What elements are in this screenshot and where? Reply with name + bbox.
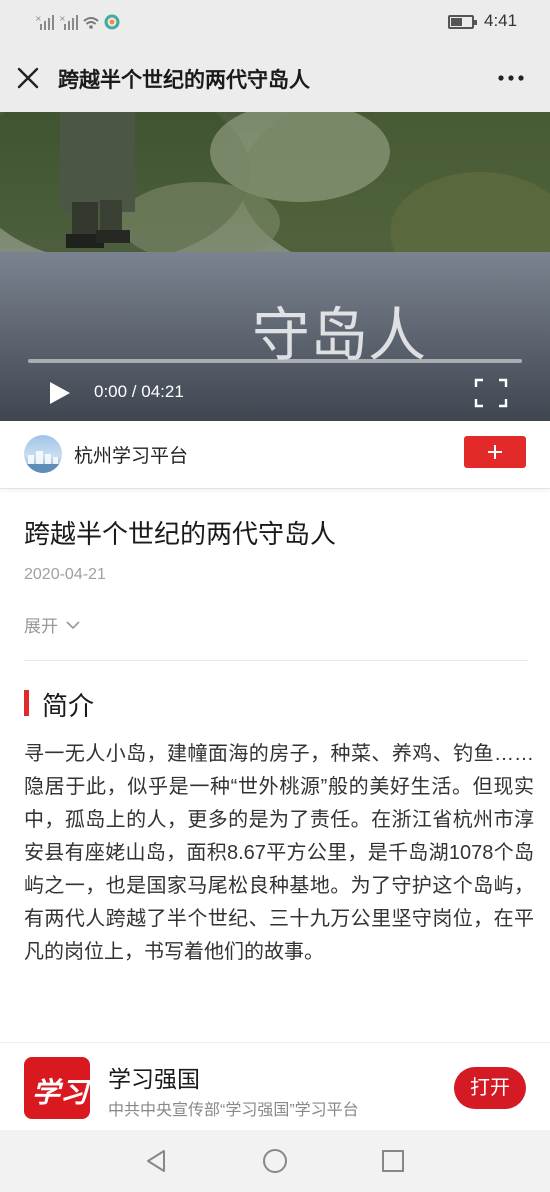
app-name: 学习强国 <box>108 1066 200 1092</box>
expand-label: 展开 <box>24 617 58 636</box>
video-progress-bar[interactable] <box>28 359 522 363</box>
avatar-image <box>24 451 62 473</box>
article-date: 2020-04-21 <box>24 566 106 583</box>
close-icon[interactable] <box>14 64 42 92</box>
fullscreen-icon[interactable] <box>474 378 508 408</box>
status-clock: 4:41 <box>484 11 518 30</box>
follow-button[interactable] <box>464 436 526 468</box>
divider <box>24 660 528 661</box>
publisher-name[interactable]: 杭州学习平台 <box>74 441 188 468</box>
page-title: 跨越半个世纪的两代守岛人 <box>58 69 310 92</box>
expand-toggle[interactable]: 展开 <box>24 612 82 637</box>
svg-text:×: × <box>59 14 66 23</box>
app-logo: 学习 <box>24 1057 90 1119</box>
section-marker <box>24 690 29 716</box>
video-frame <box>0 112 550 421</box>
title-bar: 跨越半个世纪的两代守岛人 <box>0 44 550 112</box>
app-description: 中共中央宣传部“学习强国”学习平台 <box>108 1102 359 1119</box>
recent-apps-icon[interactable] <box>380 1148 406 1174</box>
status-bar: × × 4:41 <box>0 0 550 44</box>
publisher-avatar[interactable] <box>24 435 62 473</box>
open-app-button[interactable]: 打开 <box>454 1067 526 1109</box>
battery-level <box>451 18 462 26</box>
app-logo-text: 学习 <box>32 1076 89 1109</box>
app-download-banner: 学习 学习强国 中共中央宣传部“学习强国”学习平台 打开 <box>0 1042 550 1130</box>
more-options-icon[interactable] <box>496 68 526 88</box>
section-title: 简介 <box>42 691 95 721</box>
publisher-bar: 杭州学习平台 <box>0 421 550 489</box>
signal-wifi-icons: × × <box>35 14 120 30</box>
intro-text: 寻一无人小岛，建幢面海的房子，种菜、养鸡、钓鱼……隐居于此，似乎是一种“世外桃源… <box>24 743 534 963</box>
system-nav-bar <box>0 1130 550 1192</box>
article-title: 跨越半个世纪的两代守岛人 <box>24 519 337 549</box>
svg-text:×: × <box>35 14 42 23</box>
battery-icon <box>448 15 477 29</box>
back-icon[interactable] <box>144 1148 170 1174</box>
play-icon[interactable] <box>44 378 74 408</box>
chevron-down-icon <box>66 620 80 629</box>
home-icon[interactable] <box>262 1148 288 1174</box>
video-time: 0:00 / 04:21 <box>94 382 184 401</box>
video-player[interactable]: 守岛人 0:00 / 04:21 <box>0 112 550 421</box>
